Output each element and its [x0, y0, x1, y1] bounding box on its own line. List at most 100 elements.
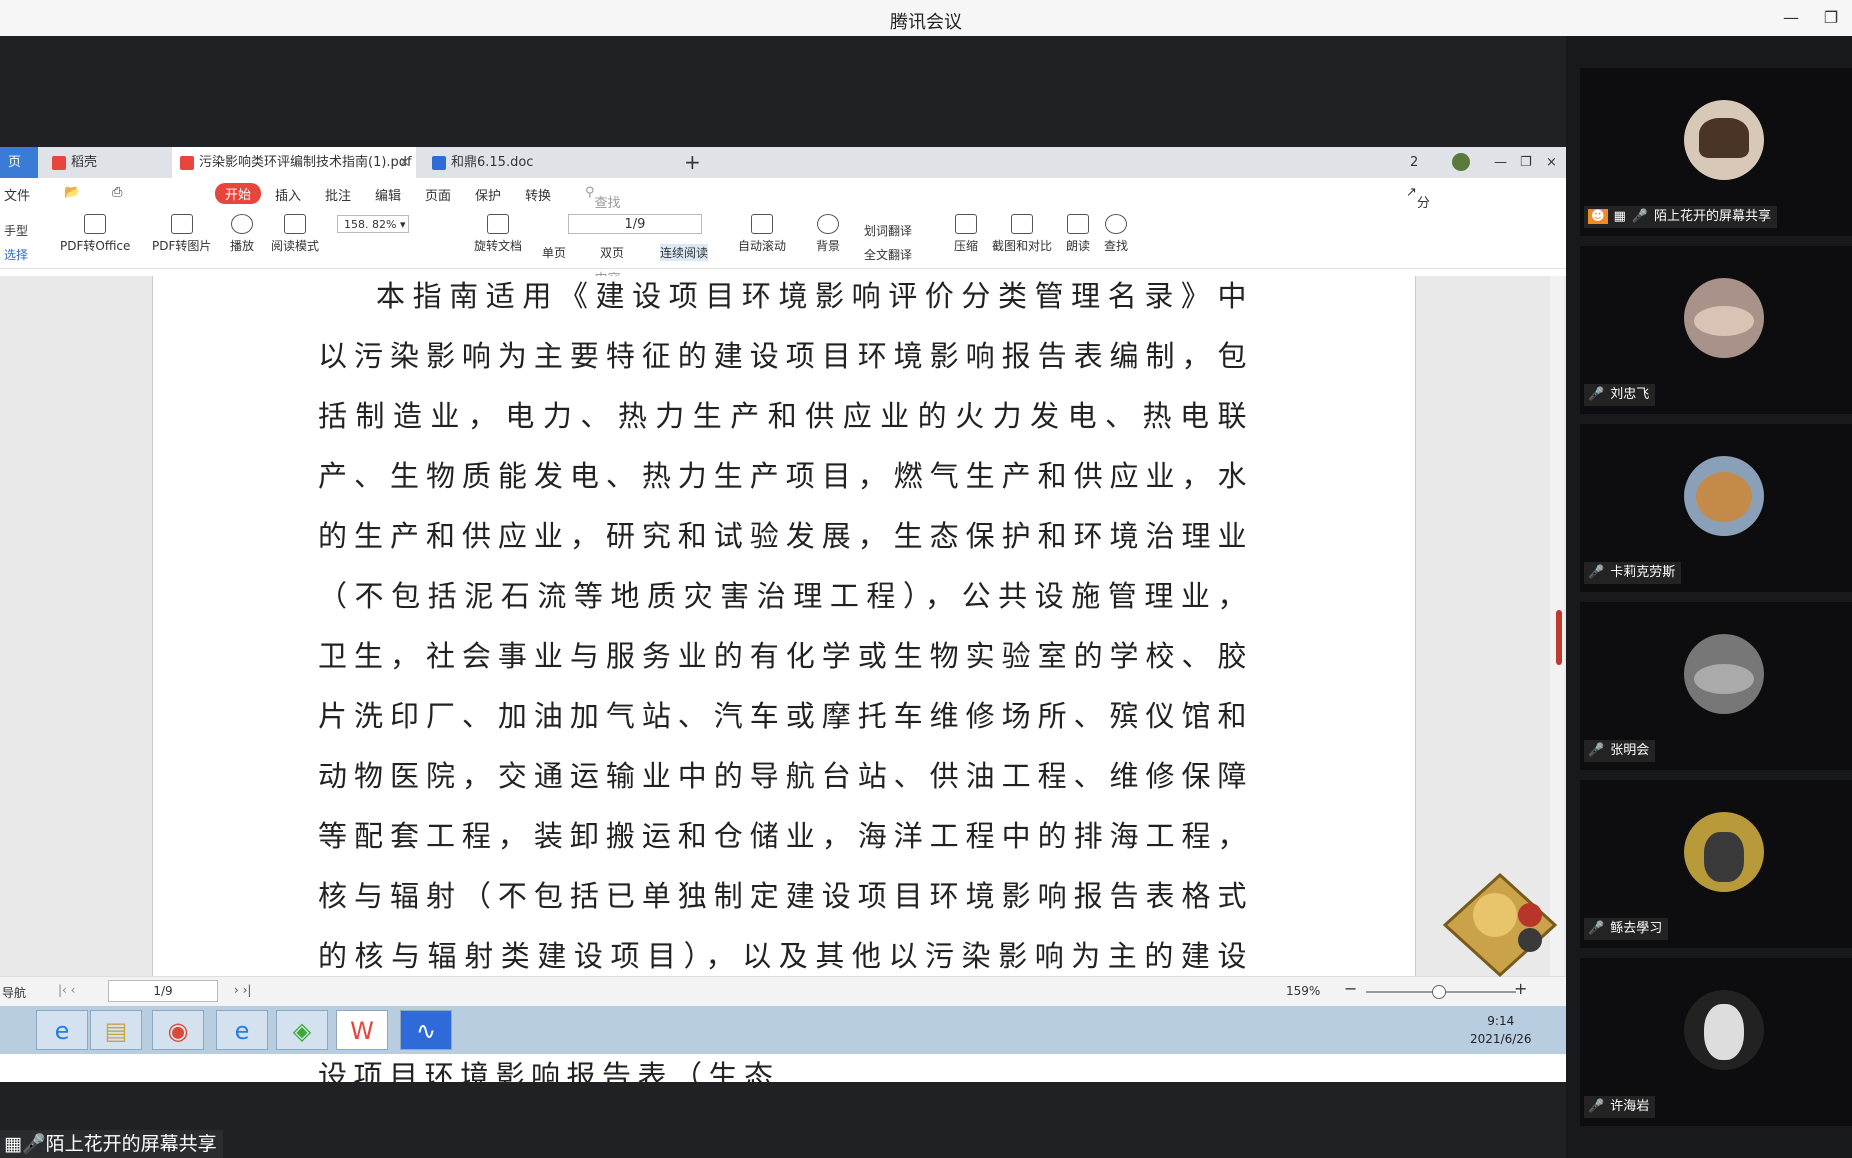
restore-button[interactable]: ❐ — [1818, 6, 1844, 30]
participant-tile[interactable]: 🎤 许海岩 — [1580, 958, 1852, 1126]
tab-label: 污染影响类环评编制技术指南(1).pdf — [199, 155, 412, 170]
mic-icon: 🎤 — [1631, 209, 1649, 224]
open-icon[interactable]: 📂 — [64, 185, 80, 200]
edge-icon[interactable]: e — [216, 1010, 268, 1050]
find-button[interactable]: 查找 — [1104, 214, 1128, 254]
menu-convert[interactable]: 转换 — [525, 185, 551, 204]
hand-tool[interactable]: 手型 — [4, 222, 28, 239]
screenshot-compare-button[interactable]: 截图和对比 — [992, 214, 1052, 254]
avatar[interactable] — [1444, 147, 1470, 178]
wps-close-icon[interactable]: × — [1538, 147, 1562, 178]
mic-muted-icon: 🎤 — [1588, 387, 1605, 402]
print-icon[interactable]: ⎙ — [112, 185, 122, 200]
menu-edit[interactable]: 编辑 — [375, 185, 401, 204]
compress-button[interactable]: 压缩 — [954, 214, 978, 254]
participant-name: 张明会 — [1610, 743, 1650, 758]
continuous-button[interactable]: 连续阅读 — [660, 244, 709, 261]
participant-name-bar: ☻ ▦ 🎤 陌上花开的屏幕共享 — [1584, 206, 1778, 228]
tencent-meeting-icon[interactable]: ∿ — [400, 1010, 452, 1050]
tab-count-badge[interactable]: 2 — [1402, 147, 1432, 178]
clock[interactable]: 9:14 2021/6/26 — [1470, 1012, 1532, 1048]
image-icon — [170, 214, 193, 234]
participant-name: 卡莉克劳斯 — [1610, 565, 1676, 580]
zoom-in-icon[interactable]: + — [1514, 979, 1527, 998]
host-icon: ☻ — [1588, 209, 1608, 224]
background-label: 背景 — [816, 239, 841, 253]
tab-doc[interactable]: 和鼎6.15.doc — [424, 147, 664, 178]
new-tab-button[interactable]: + — [676, 147, 706, 178]
pdf-to-image-button[interactable]: PDF转图片 — [152, 214, 211, 254]
menu-insert[interactable]: 插入 — [275, 185, 301, 204]
rotate-button[interactable]: 旋转文档 — [474, 214, 522, 254]
status-zoom[interactable]: 159% — [1286, 984, 1320, 998]
tab-pdf[interactable]: 污染影响类环评编制技术指南(1).pdf × — [172, 147, 416, 178]
double-page-button[interactable]: 双页 — [600, 244, 624, 261]
mascot-sticker — [1442, 872, 1558, 978]
speaker-icon — [1067, 214, 1089, 234]
menu-comment[interactable]: 批注 — [325, 185, 351, 204]
pdf-to-office-button[interactable]: PDF转Office — [60, 214, 130, 254]
pdf-page: 本指南适用《建设项目环境影响评价分类管理名录》中以污染影响为主要特征的建设项目环… — [152, 276, 1416, 1093]
tab-home[interactable]: 页 — [0, 147, 38, 178]
clock-time: 9:14 — [1487, 1014, 1515, 1028]
nav-label[interactable]: 导航 — [2, 984, 26, 1001]
next-page-icon[interactable]: › ›| — [234, 983, 251, 997]
zoom-select[interactable]: 158. 82% ▾ — [337, 215, 409, 233]
participant-name: 鲧去學习 — [1610, 921, 1663, 936]
mic-muted-icon: 🎤 — [1588, 1099, 1605, 1114]
read-aloud-button[interactable]: 朗读 — [1066, 214, 1090, 254]
wps-restore-icon[interactable]: ❐ — [1512, 147, 1532, 178]
scroll-thumb[interactable] — [1556, 610, 1562, 665]
participant-tile[interactable]: 🎤 卡莉克劳斯 — [1580, 424, 1852, 592]
word-translate-button[interactable]: 划词翻译 — [864, 222, 912, 239]
background-button[interactable]: 背景 — [816, 214, 840, 254]
zoom-slider-handle[interactable] — [1432, 985, 1446, 999]
menu-protect[interactable]: 保护 — [475, 185, 501, 204]
mic-muted-icon: 🎤 — [1588, 565, 1605, 580]
page-input[interactable]: 1/9 — [568, 214, 702, 234]
autoscroll-button[interactable]: 自动滚动 — [738, 214, 786, 254]
page-value: 1/9 — [624, 217, 646, 232]
screenshot-icon — [1011, 214, 1033, 234]
continuous-label: 连续阅读 — [660, 246, 709, 260]
menu-page[interactable]: 页面 — [425, 185, 451, 204]
document-area: 本指南适用《建设项目环境影响评价分类管理名录》中以污染影响为主要特征的建设项目环… — [0, 276, 1566, 1093]
play-icon — [231, 214, 253, 234]
read-mode-label: 阅读模式 — [271, 239, 320, 253]
single-page-button[interactable]: 单页 — [542, 244, 566, 261]
select-tool[interactable]: 选择 — [4, 246, 28, 263]
participant-tile[interactable]: ☻ ▦ 🎤 陌上花开的屏幕共享 — [1580, 68, 1852, 236]
participant-tile[interactable]: 🎤 刘忠飞 — [1580, 246, 1852, 414]
share-button[interactable]: ↗分享 — [1406, 185, 1430, 230]
close-tab-icon[interactable]: × — [399, 147, 410, 178]
full-translate-label: 全文翻译 — [864, 248, 913, 262]
wechat-icon[interactable]: ◈ — [276, 1010, 328, 1050]
first-page-icon[interactable]: |‹ ‹ — [58, 983, 75, 997]
menu-file[interactable]: 文件 — [4, 185, 30, 204]
tab-label: 和鼎6.15.doc — [451, 155, 534, 170]
participant-name-bar: 🎤 张明会 — [1584, 740, 1656, 762]
search-input[interactable]: ⚲ 查找功能、文档内容 — [585, 185, 621, 287]
pdf-to-office-icon — [84, 214, 107, 234]
full-translate-button[interactable]: 全文翻译 — [864, 246, 912, 263]
minimize-button[interactable]: — — [1778, 6, 1804, 30]
autoscroll-label: 自动滚动 — [738, 239, 787, 253]
read-mode-button[interactable]: 阅读模式 — [271, 214, 319, 254]
folder-icon[interactable]: ▤ — [90, 1010, 142, 1050]
menu-start[interactable]: 开始 — [215, 183, 262, 204]
participant-name-bar: 🎤 鲧去學习 — [1584, 918, 1669, 940]
compress-icon — [955, 214, 977, 234]
chrome-icon[interactable]: ◉ — [152, 1010, 204, 1050]
avatar — [1684, 278, 1764, 358]
wps-minimize-icon[interactable]: — — [1486, 147, 1507, 178]
tab-daoke[interactable]: 稻壳 — [44, 147, 164, 178]
ie-icon[interactable]: e — [36, 1010, 88, 1050]
play-button[interactable]: 播放 — [230, 214, 254, 254]
pdf-icon — [180, 155, 194, 170]
eye-icon — [817, 214, 839, 234]
participant-tile[interactable]: 🎤 张明会 — [1580, 602, 1852, 770]
wps-icon[interactable]: W — [336, 1010, 388, 1050]
participant-tile[interactable]: 🎤 鲧去學习 — [1580, 780, 1852, 948]
zoom-out-icon[interactable]: − — [1344, 979, 1357, 998]
status-page-input[interactable]: 1/9 — [108, 980, 218, 1002]
